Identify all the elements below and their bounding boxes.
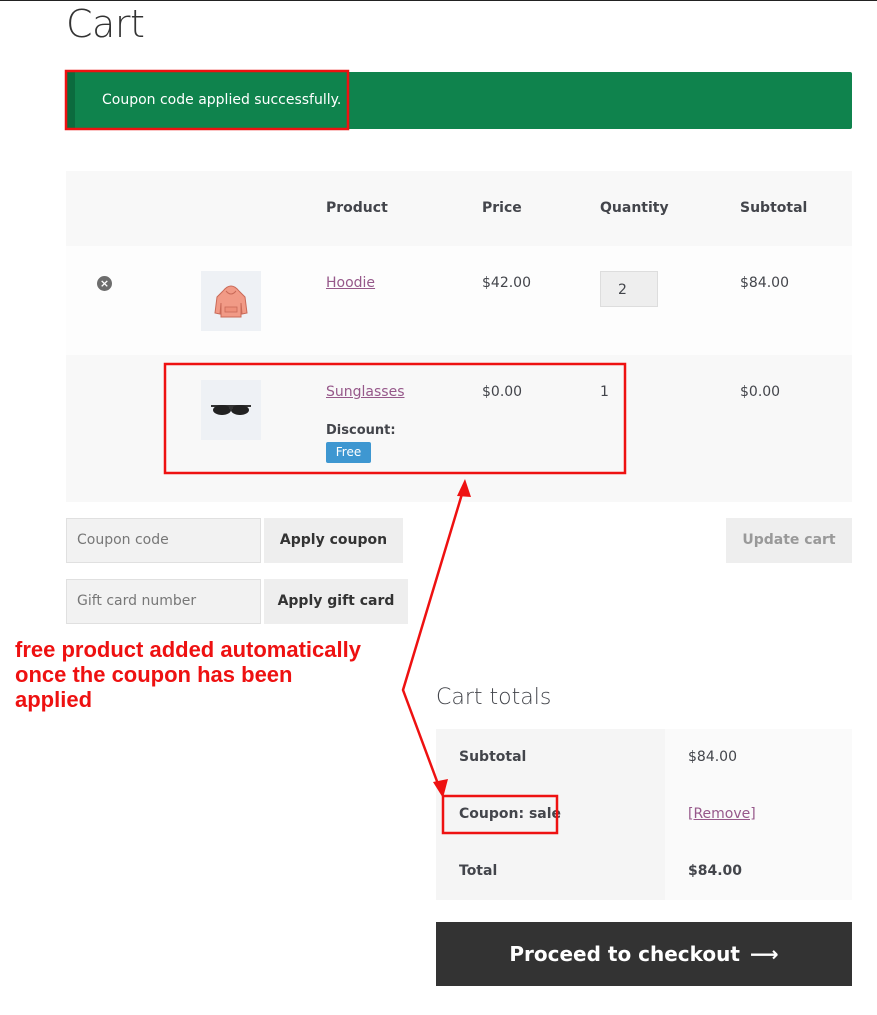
apply-gift-card-button[interactable]: Apply gift card	[264, 579, 408, 624]
checkout-label: Proceed to checkout	[509, 942, 740, 966]
totals-row-coupon: Coupon: sale [Remove]	[436, 786, 852, 843]
proceed-to-checkout-button[interactable]: Proceed to checkout ⟶	[436, 922, 852, 986]
product-link-hoodie[interactable]: Hoodie	[326, 275, 375, 291]
update-cart-button[interactable]: Update cart	[726, 518, 852, 563]
coupon-code-input[interactable]: Coupon code	[66, 518, 261, 563]
table-header: Product Price Quantity Subtotal	[66, 171, 852, 246]
free-badge: Free	[326, 442, 371, 463]
top-rule	[0, 0, 877, 1]
totals-total-label: Total	[459, 863, 498, 879]
sunglasses-icon[interactable]	[201, 380, 261, 440]
hoodie-icon[interactable]	[201, 271, 261, 331]
price-hoodie: $42.00	[482, 275, 531, 291]
discount-label: Discount:	[326, 423, 396, 438]
table-row: × Hoodie $42.00 2 $84.00	[66, 246, 852, 355]
notice-text: Coupon code applied successfully.	[102, 92, 342, 108]
cart-table: Product Price Quantity Subtotal × Hoodie…	[66, 171, 852, 502]
totals-subtotal-value: $84.00	[688, 749, 737, 765]
totals-subtotal-label: Subtotal	[459, 749, 527, 765]
table-row: Sunglasses Discount: Free $0.00 1 $0.00	[66, 355, 852, 502]
header-subtotal: Subtotal	[740, 200, 808, 216]
product-link-sunglasses[interactable]: Sunglasses	[326, 384, 404, 400]
remove-icon[interactable]: ×	[97, 276, 112, 291]
header-price: Price	[482, 200, 522, 216]
apply-coupon-button[interactable]: Apply coupon	[264, 518, 403, 563]
totals-coupon-label: Coupon: sale	[459, 806, 562, 822]
annotation-line: free product added automatically	[15, 637, 361, 662]
cart-totals-table: Subtotal $84.00 Coupon: sale [Remove] To…	[436, 729, 852, 900]
page-title: Cart	[66, 2, 145, 46]
header-quantity: Quantity	[600, 200, 669, 216]
gift-card-input[interactable]: Gift card number	[66, 579, 261, 624]
totals-row-total: Total $84.00	[436, 843, 852, 900]
quantity-input-hoodie[interactable]: 2	[600, 271, 658, 307]
remove-coupon-link[interactable]: [Remove]	[688, 806, 756, 822]
notice-accent-bar	[66, 72, 75, 129]
header-product: Product	[326, 200, 388, 216]
subtotal-hoodie: $84.00	[740, 275, 789, 291]
price-sunglasses: $0.00	[482, 384, 523, 400]
annotation-text: free product added automatically once th…	[15, 637, 425, 712]
totals-row-subtotal: Subtotal $84.00	[436, 729, 852, 786]
subtotal-sunglasses: $0.00	[740, 384, 781, 400]
quantity-sunglasses: 1	[600, 384, 609, 400]
cart-totals-title: Cart totals	[436, 685, 552, 710]
arrow-right-icon: ⟶	[749, 942, 779, 966]
success-notice: Coupon code applied successfully.	[66, 72, 852, 129]
annotation-line: once the coupon has been	[15, 662, 293, 687]
totals-total-value: $84.00	[688, 863, 743, 879]
annotation-line: applied	[15, 687, 93, 712]
